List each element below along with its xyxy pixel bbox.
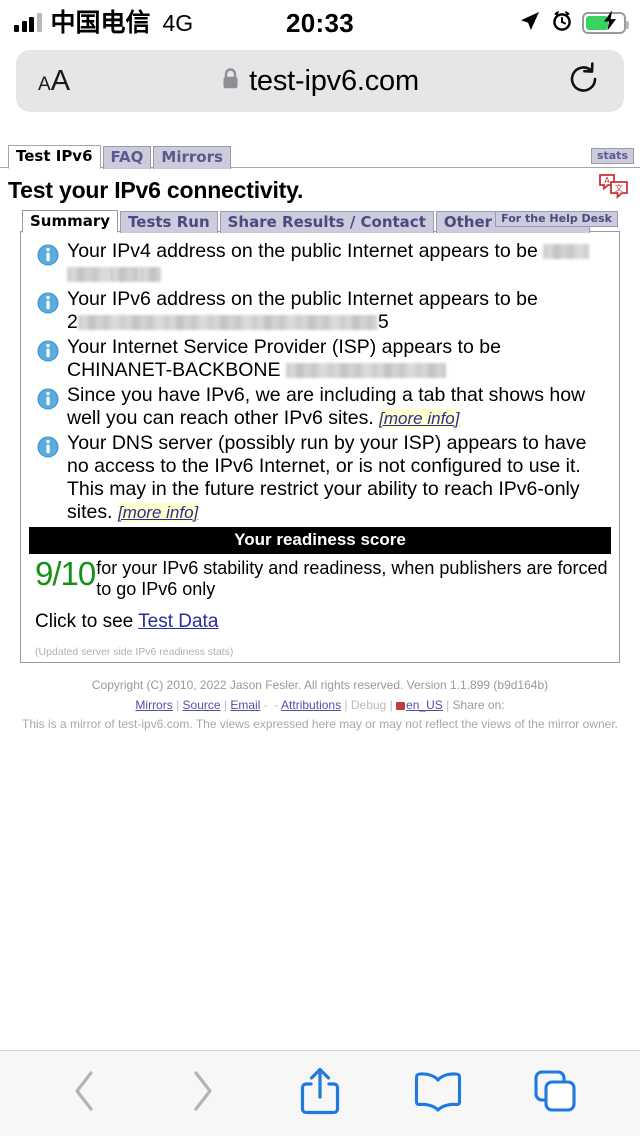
page-title: Test your IPv6 connectivity. [8,177,304,203]
footer-link-source[interactable]: Source [183,698,221,712]
cellular-signal-icon [14,13,42,32]
carrier-name: 中国电信 [50,8,151,37]
more-info-link-ipv6-tab[interactable]: [more info] [379,409,460,428]
info-icon [37,244,59,271]
footer-link-locale[interactable]: en_US [406,698,443,712]
result-text: Since you have IPv6, we are including a … [67,384,611,430]
result-row-ipv4-address: Your IPv4 address on the public Internet… [29,240,611,286]
results-list: Your IPv4 address on the public Internet… [29,240,611,524]
aa-small-letter: A [38,73,51,95]
chevron-right-icon [185,1068,219,1119]
svg-text:文: 文 [615,183,623,193]
bookmarks-button[interactable] [406,1062,470,1126]
stats-button[interactable]: stats [590,147,634,164]
top-tab-mirrors[interactable]: Mirrors [153,145,231,169]
status-bar: 中国电信 4G 20:33 [0,0,640,46]
page-header: Test your IPv6 connectivity. A 文 [0,168,640,206]
url-text: test-ipv6.com [249,64,419,97]
footer-link-debug[interactable]: Debug [351,698,386,712]
url-bar[interactable]: AA test-ipv6.com [16,50,624,112]
translate-icon[interactable]: A 文 [598,172,630,207]
url-display: test-ipv6.com [16,65,624,98]
result-text: Your IPv6 address on the public Internet… [67,288,611,334]
site-top-tabs: Test IPv6 FAQ Mirrors stats [0,140,640,169]
tab-summary[interactable]: Summary [22,210,119,233]
more-info-link-dns[interactable]: [more info] [117,503,199,522]
aa-large-letter: A [50,64,71,97]
results-panel-wrapper: Summary Tests Run Share Results / Contac… [0,206,640,664]
redacted-isp-detail [285,363,446,379]
test-data-link[interactable]: Test Data [138,611,218,632]
page-footer: Copyright (C) 2010, 2022 Jason Fesler. A… [0,663,640,734]
readiness-score-description: for your IPv6 stability and readiness, w… [96,558,608,599]
back-button[interactable] [53,1062,117,1126]
share-icon [299,1065,341,1122]
browser-bottom-toolbar [0,1050,640,1136]
browser-url-bar-container: AA test-ipv6.com [0,46,640,126]
result-row-dns-note: Your DNS server (possibly run by your IS… [29,432,611,524]
test-data-row: Click to see Test Data [29,599,611,633]
info-icon [37,436,59,463]
result-text: Your IPv4 address on the public Internet… [67,240,611,286]
share-button[interactable] [288,1062,352,1126]
status-bar-right [518,9,629,38]
results-tabs: Summary Tests Run Share Results / Contac… [20,206,620,233]
info-icon [37,388,59,415]
readiness-score-value: 9/10 [35,555,96,592]
book-icon [413,1070,463,1117]
footer-mirror-note: This is a mirror of test-ipv6.com. The v… [22,716,618,731]
redacted-ipv4-part-1 [543,244,590,260]
info-icon [37,340,59,367]
status-bar-left: 中国电信 4G [14,8,194,37]
footer-share-label: Share on: [452,697,505,712]
info-icon [37,292,59,319]
updated-server-side-note: (Updated server side IPv6 readiness stat… [35,646,234,659]
tab-tests-run[interactable]: Tests Run [120,211,218,233]
redacted-ipv4-part-3 [109,267,139,283]
location-arrow-icon [518,9,542,38]
result-text: Your Internet Service Provider (ISP) app… [67,336,611,382]
result-row-isp: Your Internet Service Provider (ISP) app… [29,336,611,382]
alarm-clock-icon [551,9,573,37]
redacted-ipv6-middle [77,315,378,331]
footer-links: Mirrors | Source | Email - - Attribution… [135,697,505,712]
footer-link-mirrors[interactable]: Mirrors [135,698,172,712]
test-data-prefix: Click to see [35,611,139,633]
forward-button[interactable] [170,1062,234,1126]
redacted-ipv4-part-2 [67,267,109,283]
ipv6-result-prefix: Your IPv6 address on the public Internet… [67,288,538,310]
ipv6-value-end: 5 [377,311,389,333]
ipv4-result-prefix: Your IPv4 address on the public Internet… [67,240,544,262]
battery-charging-icon [582,10,629,34]
lock-icon [221,67,240,96]
summary-panel: Your IPv4 address on the public Internet… [20,232,620,664]
readiness-score-row: 9/10 for your IPv6 stability and readine… [29,554,611,599]
top-tab-faq[interactable]: FAQ [102,145,152,169]
footer-link-attributions[interactable]: Attributions [281,698,341,712]
ipv6-value-start: 2 [67,311,78,333]
result-text: Your DNS server (possibly run by your IS… [67,432,611,524]
result-row-ipv6-address: Your IPv6 address on the public Internet… [29,288,611,334]
reload-icon[interactable] [566,61,602,102]
tab-share-results-contact[interactable]: Share Results / Contact [219,211,434,233]
footer-link-email[interactable]: Email [230,698,260,712]
top-tab-test-ipv6[interactable]: Test IPv6 [8,144,101,169]
web-page-content: Test IPv6 FAQ Mirrors stats Test your IP… [0,140,640,1050]
chevron-left-icon [68,1068,102,1119]
flag-icon [396,701,406,710]
redacted-ipv4-part-4 [139,267,161,283]
readiness-score-header: Your readiness score [29,527,611,554]
for-the-help-desk-button[interactable]: For the Help Desk [495,210,618,227]
result-row-ipv6-tab-note: Since you have IPv6, we are including a … [29,384,611,430]
svg-text:A: A [604,176,610,185]
tabs-button[interactable] [523,1062,587,1126]
footer-copyright: Copyright (C) 2010, 2022 Jason Fesler. A… [91,678,549,693]
ipv6-note-prefix: Since you have IPv6, we are including a … [67,384,586,429]
network-type: 4G [162,9,194,36]
tabs-icon [531,1067,579,1120]
text-size-button[interactable]: AA [38,65,70,98]
